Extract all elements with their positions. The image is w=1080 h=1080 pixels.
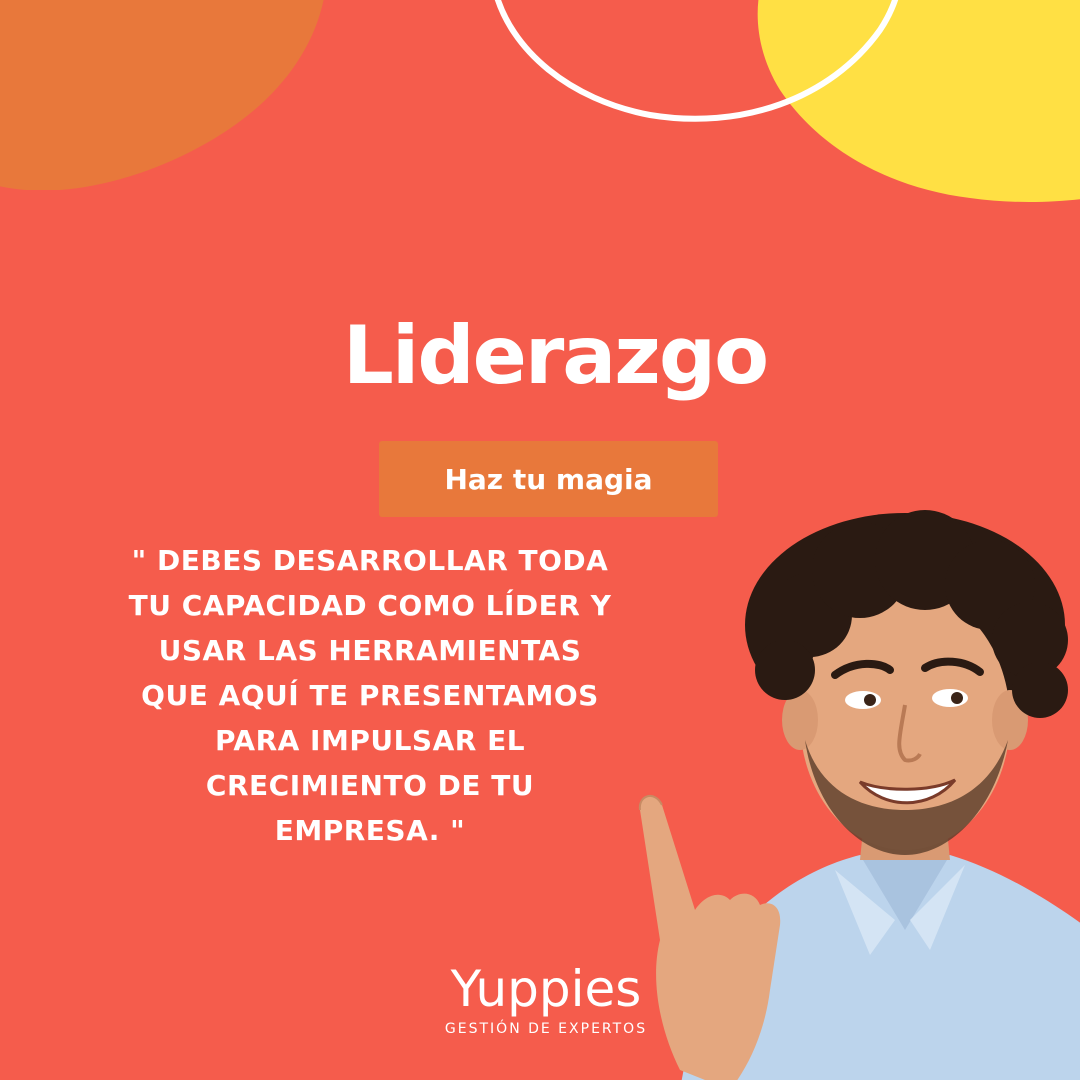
quote-line: TU CAPACIDAD COMO LÍDER Y — [128, 589, 612, 622]
quote-text: " DEBES DESARROLLAR TODA TU CAPACIDAD CO… — [80, 538, 660, 853]
quote-line: " DEBES DESARROLLAR TODA — [131, 544, 609, 577]
smiling-man-photo — [638, 510, 1080, 1080]
haz-tu-magia-button[interactable]: Haz tu magia — [379, 441, 718, 517]
quote-line: QUE AQUÍ TE PRESENTAMOS — [141, 679, 599, 712]
quote-line: CRECIMIENTO DE TU — [205, 769, 535, 802]
quote-line: PARA IMPULSAR EL — [214, 724, 526, 757]
promo-card: Liderazgo Haz tu magia " DEBES DESARROLL… — [0, 0, 1080, 1080]
page-title: Liderazgo — [342, 309, 769, 402]
quote-line: USAR LAS HERRAMIENTAS — [158, 634, 582, 667]
white-loop-decoration — [494, 0, 899, 122]
quote-line: EMPRESA. " — [274, 814, 466, 847]
orange-blob-decoration — [0, 0, 324, 190]
